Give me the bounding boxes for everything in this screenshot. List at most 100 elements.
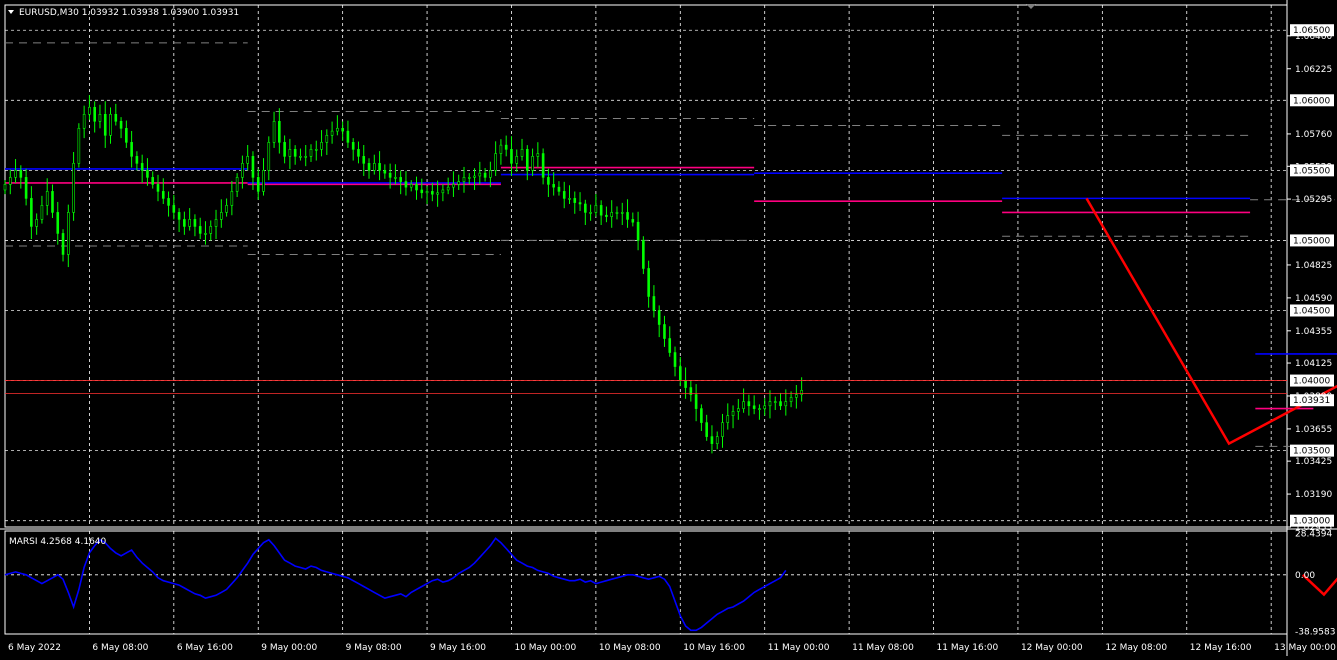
candle-body[interactable] <box>715 436 719 444</box>
candle-body[interactable] <box>114 114 118 122</box>
candle-body[interactable] <box>45 191 49 206</box>
candle-body[interactable] <box>35 219 38 227</box>
candle-body[interactable] <box>705 422 708 437</box>
candle-body[interactable] <box>457 181 461 185</box>
candle-body[interactable] <box>346 130 350 143</box>
candle-body[interactable] <box>67 212 70 255</box>
chart-window[interactable]: 6 May 2022 6 May 08:00 6 May 16:00 9 May 00… <box>0 0 1337 656</box>
candle-body[interactable] <box>557 186 561 192</box>
candle-body[interactable] <box>768 401 772 407</box>
candle-body[interactable] <box>789 397 793 402</box>
candle-body[interactable] <box>30 198 33 227</box>
candle-body[interactable] <box>573 198 577 203</box>
candle-body[interactable] <box>578 202 582 205</box>
candle-body[interactable] <box>605 214 608 217</box>
candle-body[interactable] <box>726 415 730 423</box>
candle-body[interactable] <box>631 219 635 223</box>
candle-body[interactable] <box>330 130 334 136</box>
candle-body[interactable] <box>610 212 614 217</box>
candle-body[interactable] <box>800 390 803 395</box>
candle-body[interactable] <box>742 401 745 409</box>
candle-body[interactable] <box>299 156 302 158</box>
candle-body[interactable] <box>758 408 761 410</box>
candle-body[interactable] <box>541 153 545 178</box>
candle-body[interactable] <box>520 149 524 157</box>
candle-body[interactable] <box>183 219 186 227</box>
candle-body[interactable] <box>188 219 191 227</box>
candle-body[interactable] <box>151 177 155 185</box>
candle-body[interactable] <box>230 191 234 206</box>
candle-body[interactable] <box>256 177 260 192</box>
candle-body[interactable] <box>499 144 503 154</box>
candle-body[interactable] <box>420 189 424 194</box>
candle-body[interactable] <box>241 163 244 178</box>
candle-body[interactable] <box>584 203 587 213</box>
candle-body[interactable] <box>51 191 54 213</box>
candle-body[interactable] <box>694 394 698 409</box>
shift-marker-icon[interactable] <box>1026 4 1036 9</box>
candle-body[interactable] <box>24 177 28 199</box>
candle-body[interactable] <box>262 170 265 192</box>
candle-body[interactable] <box>383 170 387 174</box>
candle-body[interactable] <box>441 189 445 194</box>
candle-body[interactable] <box>394 177 397 179</box>
candle-body[interactable] <box>525 149 529 171</box>
candle-body[interactable] <box>72 163 75 213</box>
candle-body[interactable] <box>278 121 281 143</box>
candle-body[interactable] <box>721 422 724 437</box>
candle-body[interactable] <box>220 212 223 220</box>
candle-body[interactable] <box>177 212 181 220</box>
candle-body[interactable] <box>763 405 767 409</box>
candle-body[interactable] <box>362 156 366 164</box>
candle-body[interactable] <box>167 198 170 206</box>
candle-body[interactable] <box>483 172 487 178</box>
candle-body[interactable] <box>161 191 165 199</box>
candle-body[interactable] <box>710 436 714 444</box>
candle-body[interactable] <box>636 221 640 241</box>
candle-body[interactable] <box>56 212 60 234</box>
candle-body[interactable] <box>510 149 513 164</box>
candle-body[interactable] <box>446 186 450 191</box>
candle-body[interactable] <box>325 135 329 143</box>
candle-body[interactable] <box>399 177 402 182</box>
candle-body[interactable] <box>14 170 17 178</box>
candle-body[interactable] <box>209 226 213 234</box>
candle-body[interactable] <box>547 177 550 185</box>
candle-body[interactable] <box>436 192 439 195</box>
candle-body[interactable] <box>135 156 139 164</box>
candle-body[interactable] <box>293 149 297 157</box>
chart-canvas[interactable]: 6 May 2022 6 May 08:00 6 May 16:00 9 May 00… <box>0 0 1337 656</box>
candle-body[interactable] <box>652 296 656 311</box>
candle-body[interactable] <box>314 149 318 151</box>
candle-body[interactable] <box>795 394 798 398</box>
candle-body[interactable] <box>478 172 482 177</box>
candle-body[interactable] <box>467 177 471 179</box>
candle-body[interactable] <box>684 380 687 388</box>
candle-body[interactable] <box>193 219 197 227</box>
candle-body[interactable] <box>103 114 107 136</box>
candle-body[interactable] <box>773 401 777 403</box>
candle-body[interactable] <box>288 149 292 157</box>
candle-body[interactable] <box>409 184 413 188</box>
candle-body[interactable] <box>235 177 239 192</box>
candle-body[interactable] <box>140 163 144 171</box>
candle-body[interactable] <box>82 114 86 129</box>
candle-body[interactable] <box>125 128 128 143</box>
candle-body[interactable] <box>657 310 661 325</box>
candle-body[interactable] <box>747 401 751 407</box>
candle-body[interactable] <box>341 128 344 132</box>
candle-body[interactable] <box>536 153 540 157</box>
candle-body[interactable] <box>77 128 81 164</box>
candle-body[interactable] <box>378 163 381 171</box>
candle-body[interactable] <box>431 191 434 195</box>
candle-body[interactable] <box>3 184 7 191</box>
candle-body[interactable] <box>146 170 149 178</box>
candle-body[interactable] <box>494 153 497 171</box>
candle-body[interactable] <box>647 268 650 297</box>
candle-body[interactable] <box>642 240 645 269</box>
candle-body[interactable] <box>351 142 355 150</box>
candle-body[interactable] <box>452 184 455 188</box>
candle-body[interactable] <box>320 142 323 150</box>
candle-body[interactable] <box>489 170 492 178</box>
candle-body[interactable] <box>357 149 360 157</box>
